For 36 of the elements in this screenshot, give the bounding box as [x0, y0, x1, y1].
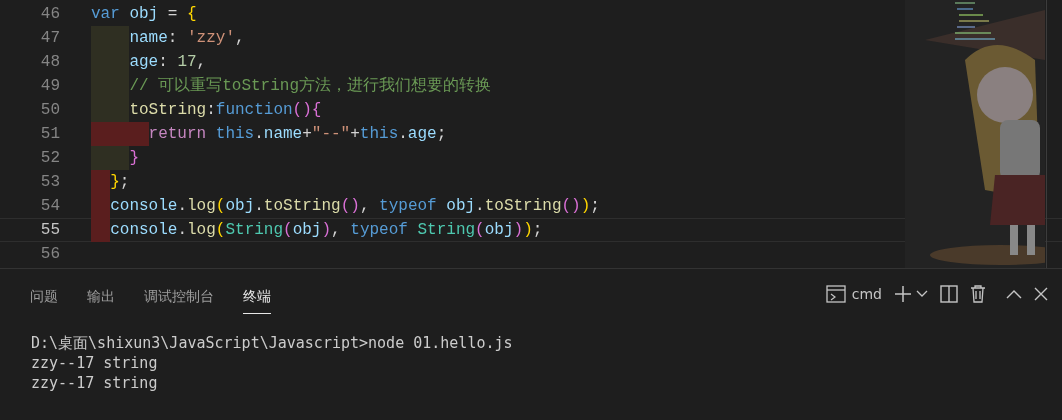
line-number: 47 — [39, 28, 60, 49]
code-line: console.log(obj.toString(), typeof obj.toString()); — [110, 196, 600, 217]
line-number: 52 — [39, 148, 60, 169]
code-line: toString:function(){ — [129, 100, 322, 121]
code-line: } — [129, 148, 139, 169]
line-number: 49 — [39, 76, 60, 97]
terminal-name: cmd — [851, 284, 882, 304]
panel-tab[interactable]: 问题 — [30, 274, 58, 314]
line-number: 55 — [39, 220, 60, 241]
line-number: 56 — [39, 244, 60, 265]
terminal-icon[interactable] — [825, 285, 846, 303]
line-number: 51 — [39, 124, 60, 145]
terminal-line: D:\桌面\shixun3\JavaScript\Javascript>node 01.hello.js — [31, 333, 514, 353]
code-line: age: 17, — [129, 52, 207, 73]
line-number: 48 — [39, 52, 60, 73]
line-number: 50 — [39, 100, 60, 121]
line-number: 53 — [39, 172, 60, 193]
line-number: 46 — [39, 4, 60, 25]
code-line: return this.name+"--"+this.age; — [148, 124, 447, 145]
code-line: console.log(String(obj), typeof String(obj)); — [110, 220, 543, 241]
chevron-up-icon[interactable] — [1006, 289, 1022, 299]
code-line: name: 'zzy', — [129, 28, 245, 49]
close-icon[interactable] — [1034, 287, 1048, 301]
split-icon[interactable] — [940, 285, 958, 303]
plus-icon[interactable] — [894, 285, 912, 303]
panel-tab[interactable]: 输出 — [87, 274, 115, 314]
terminal-line: zzy--17 string — [31, 373, 159, 393]
chevron-down-icon[interactable] — [916, 290, 928, 298]
code-line: }; — [110, 172, 130, 193]
panel-tab[interactable]: 终端 — [243, 274, 271, 314]
panel-tab[interactable]: 调试控制台 — [144, 274, 214, 314]
line-number: 54 — [39, 196, 60, 217]
trash-icon[interactable] — [970, 285, 986, 303]
terminal-line: zzy--17 string — [31, 353, 159, 373]
code-line: // 可以重写toString方法，进行我们想要的转换 — [129, 75, 491, 97]
code-line: var obj = { — [91, 4, 197, 25]
